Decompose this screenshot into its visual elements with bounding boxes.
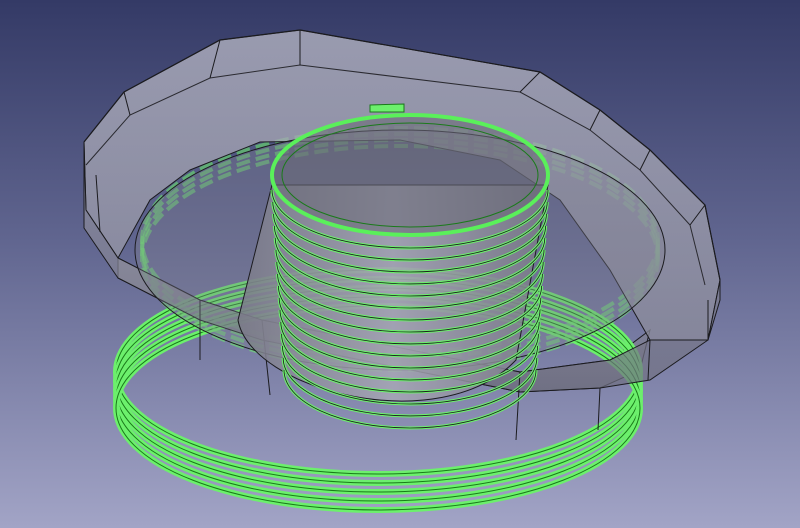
thread-start-marker xyxy=(369,103,405,113)
3d-viewport[interactable] xyxy=(0,0,800,528)
model-scene[interactable] xyxy=(0,0,800,528)
